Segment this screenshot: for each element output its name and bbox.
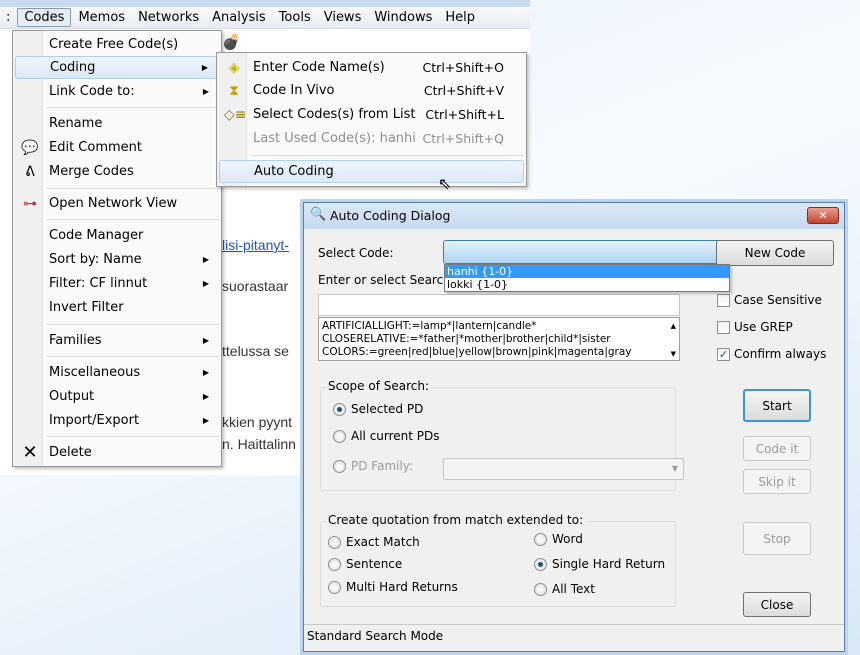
submenu-arrow-icon: ▶ bbox=[202, 279, 209, 288]
close-button[interactable]: Close bbox=[743, 592, 811, 617]
code-it-button: Code it bbox=[743, 436, 811, 461]
menu-item-enter-code-name[interactable]: ◈ Enter Code Name(s) Ctrl+Shift+O bbox=[219, 56, 524, 79]
menu-item-families[interactable]: Families ▶ bbox=[15, 329, 219, 352]
menu-item-code-manager[interactable]: Code Manager bbox=[15, 224, 219, 247]
submenu-arrow-icon: ▶ bbox=[202, 87, 209, 96]
radio-sentence[interactable]: Sentence bbox=[328, 557, 402, 571]
menu-item-rename[interactable]: Rename bbox=[15, 112, 219, 135]
expression-item[interactable]: ARTIFICIALLIGHT:=lamp*|lantern|candle* bbox=[322, 320, 676, 333]
code-options-list: hanhi {1-0} lokki {1-0} bbox=[444, 264, 730, 292]
radio-single-hard-return[interactable]: Single Hard Return bbox=[534, 557, 665, 571]
code-list-icon: ◇≡ bbox=[224, 106, 247, 123]
select-code-dropdown[interactable]: ▼ bbox=[443, 240, 730, 264]
menu-item-last-used-code: Last Used Code(s): hanhi Ctrl+Shift+Q bbox=[253, 131, 504, 146]
stop-button: Stop bbox=[743, 522, 811, 555]
title-strip bbox=[0, 0, 530, 7]
dialog-titlebar[interactable]: 🔍 Auto Coding Dialog ✕ bbox=[304, 203, 844, 229]
code-option[interactable]: hanhi {1-0} bbox=[445, 265, 729, 278]
chevron-down-icon: ▼ bbox=[671, 464, 678, 473]
scroll-up-icon[interactable]: ▲ bbox=[671, 320, 676, 333]
menu-item-create-free-code[interactable]: Create Free Code(s) bbox=[15, 33, 219, 56]
menu-analysis[interactable]: Analysis bbox=[206, 9, 272, 26]
menu-item-link-code[interactable]: Link Code to: ▶ bbox=[15, 80, 219, 103]
expression-item[interactable]: CLOSERELATIVE:=*father|*mother|brother|c… bbox=[322, 333, 676, 346]
radio-selected-pd[interactable]: Selected PD bbox=[333, 402, 423, 416]
menu-memos[interactable]: Memos bbox=[72, 9, 131, 26]
merge-icon: ᕕ bbox=[25, 163, 35, 180]
use-grep-checkbox[interactable]: Use GREP bbox=[717, 320, 793, 334]
menu-item-filter[interactable]: Filter: CF linnut ▶ bbox=[15, 272, 219, 295]
codes-menu: Create Free Code(s) Coding ▶ Link Code to… bbox=[12, 30, 222, 467]
start-button[interactable]: Start bbox=[743, 389, 811, 422]
scope-title: Scope of Search: bbox=[326, 379, 432, 393]
menu-item-invert-filter[interactable]: Invert Filter bbox=[15, 296, 219, 319]
radio-pd-family: PD Family: bbox=[333, 459, 413, 473]
menu-item-import-export[interactable]: Import/Export ▶ bbox=[15, 409, 219, 432]
radio-all-text[interactable]: All Text bbox=[534, 582, 595, 596]
code-option[interactable]: lokki {1-0} bbox=[445, 278, 729, 291]
bomb-icon[interactable]: 💣 bbox=[222, 33, 241, 51]
menu-networks[interactable]: Networks bbox=[132, 9, 205, 26]
expression-item[interactable]: COLORS:=green|red|blue|yellow|brown|pink… bbox=[322, 346, 676, 359]
menu-item-coding[interactable]: Coding ▶ bbox=[15, 56, 219, 79]
mouse-cursor-icon: ⇖ bbox=[438, 174, 452, 193]
menu-codes[interactable]: Codes bbox=[17, 8, 72, 27]
auto-coding-dialog: 🔍 Auto Coding Dialog ✕ Select Code: ▼ ha… bbox=[303, 202, 845, 652]
menu-item-code-in-vivo[interactable]: ⧗ Code In Vivo Ctrl+Shift+V bbox=[219, 79, 524, 102]
document-text: ttelussa se bbox=[222, 343, 289, 359]
new-code-button[interactable]: New Code bbox=[716, 240, 834, 266]
menu-item-merge-codes[interactable]: ᕕ Merge Codes bbox=[15, 160, 219, 183]
submenu-arrow-icon: ▶ bbox=[202, 336, 209, 345]
menu-item-auto-coding[interactable]: Auto Coding bbox=[219, 160, 524, 183]
comment-icon: 💬 bbox=[21, 139, 39, 156]
menubar: : Codes Memos Networks Analysis Tools Vi… bbox=[0, 7, 530, 29]
skip-it-button: Skip it bbox=[743, 469, 811, 494]
delete-icon: ✕ bbox=[22, 442, 38, 463]
submenu-arrow-icon: ▶ bbox=[202, 255, 209, 264]
checkmark-icon: ✓ bbox=[717, 347, 730, 361]
search-expression-input[interactable] bbox=[318, 294, 680, 316]
code-name-icon: ◈ bbox=[228, 59, 240, 76]
expression-list[interactable]: ARTIFICIALLIGHT:=lamp*|lantern|candle* C… bbox=[318, 317, 680, 361]
submenu-arrow-icon: ▶ bbox=[202, 416, 209, 425]
document-text: n. Haittalinn bbox=[222, 436, 296, 452]
select-code-label: Select Code: bbox=[318, 246, 394, 260]
menu-views[interactable]: Views bbox=[318, 9, 368, 26]
case-sensitive-checkbox[interactable]: Case Sensitive bbox=[717, 293, 822, 307]
menu-tools[interactable]: Tools bbox=[273, 9, 317, 26]
radio-all-current-pds[interactable]: All current PDs bbox=[333, 429, 440, 443]
pd-family-dropdown: ▼ bbox=[443, 458, 684, 480]
menu-item-select-codes-from-list[interactable]: ◇≡ Select Codes(s) from List Ctrl+Shift+L bbox=[219, 103, 524, 126]
scroll-down-icon[interactable]: ▼ bbox=[671, 348, 676, 360]
radio-word[interactable]: Word bbox=[534, 532, 583, 546]
dialog-title: Auto Coding Dialog bbox=[330, 208, 451, 223]
document-text: kkien pyynt bbox=[222, 414, 293, 430]
radio-multi-hard-returns[interactable]: Multi Hard Returns bbox=[328, 580, 458, 594]
document-link[interactable]: lisi-pitanyt- bbox=[222, 237, 289, 253]
status-bar: Standard Search Mode bbox=[307, 629, 444, 643]
document-text: suorastaar bbox=[222, 278, 289, 294]
confirm-always-checkbox[interactable]: ✓ Confirm always bbox=[717, 347, 826, 361]
close-icon[interactable]: ✕ bbox=[807, 207, 839, 224]
menu-item-open-network-view[interactable]: ⊶ Open Network View bbox=[15, 192, 219, 215]
submenu-arrow-icon: ▶ bbox=[201, 63, 208, 72]
menu-item-miscellaneous[interactable]: Miscellaneous ▶ bbox=[15, 361, 219, 384]
network-icon: ⊶ bbox=[23, 195, 37, 212]
menu-help[interactable]: Help bbox=[439, 9, 481, 26]
in-vivo-icon: ⧗ bbox=[229, 82, 239, 99]
radio-exact-match[interactable]: Exact Match bbox=[328, 535, 420, 549]
search-app-icon: 🔍 bbox=[310, 207, 327, 222]
menu-windows[interactable]: Windows bbox=[368, 9, 438, 26]
coding-submenu: ◈ Enter Code Name(s) Ctrl+Shift+O ⧗ Code In… bbox=[216, 52, 527, 187]
submenu-arrow-icon: ▶ bbox=[202, 368, 209, 377]
quotation-title: Create quotation from match extended to: bbox=[326, 513, 586, 527]
menu-item-edit-comment[interactable]: 💬 Edit Comment bbox=[15, 136, 219, 159]
menu-item-sort-by[interactable]: Sort by: Name ▶ bbox=[15, 248, 219, 271]
submenu-arrow-icon: ▶ bbox=[202, 392, 209, 401]
menu-item-delete[interactable]: ✕ Delete bbox=[15, 441, 219, 464]
menu-item-output[interactable]: Output ▶ bbox=[15, 385, 219, 408]
